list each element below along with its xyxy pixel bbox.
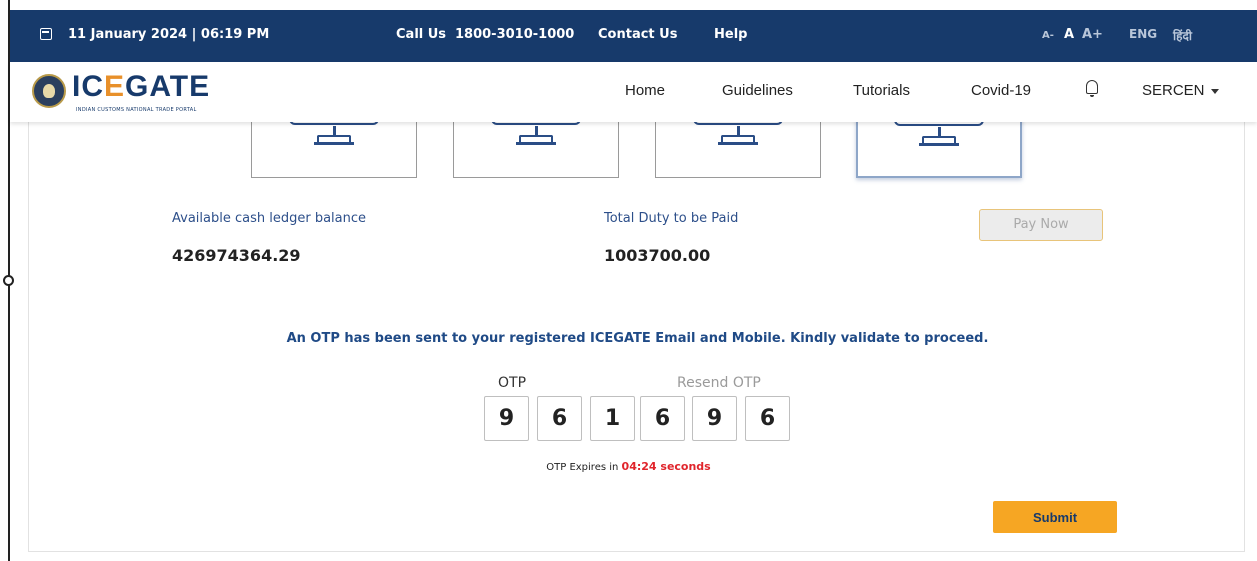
otp-digit-input[interactable]: 6 — [640, 396, 685, 441]
nav-home[interactable]: Home — [625, 82, 665, 99]
logo-tagline: INDIAN CUSTOMS NATIONAL TRADE PORTAL — [76, 107, 197, 113]
phone-number[interactable]: 1800-3010-1000 — [455, 27, 574, 42]
duty-value: 1003700.00 — [604, 246, 711, 265]
nav-covid-19[interactable]: Covid-19 — [971, 82, 1031, 99]
chevron-down-icon — [1210, 88, 1219, 94]
date-time: 11 January 2024 | 06:19 PM — [68, 27, 270, 42]
otp-expiry-prefix: OTP Expires in — [546, 462, 619, 473]
lang-hindi[interactable]: हिंदी — [1173, 27, 1192, 44]
help-link[interactable]: Help — [714, 27, 747, 42]
cash-ledger-label: Available cash ledger balance — [172, 211, 367, 226]
bell-icon[interactable] — [1086, 80, 1098, 97]
user-name: SERCEN — [1142, 82, 1205, 99]
lang-english[interactable]: ENG — [1129, 27, 1157, 41]
calendar-icon — [40, 28, 52, 40]
logo-text-accent: E — [104, 70, 126, 103]
otp-expiry: OTP Expires in 04:24 seconds — [0, 460, 1257, 473]
user-menu[interactable]: SERCEN — [1142, 82, 1219, 99]
otp-label: OTP — [498, 375, 527, 391]
top-utility-bar: 11 January 2024 | 06:19 PM Call Us 1800-… — [10, 10, 1257, 62]
icegate-logo[interactable]: ICEGATE — [72, 70, 210, 104]
window-resize-handle[interactable] — [3, 275, 14, 286]
logo-text-part: GATE — [125, 70, 211, 103]
otp-digit-input[interactable]: 1 — [590, 396, 635, 441]
contact-us-link[interactable]: Contact Us — [598, 27, 677, 42]
resend-otp-link[interactable]: Resend OTP — [677, 375, 761, 391]
otp-sent-message: An OTP has been sent to your registered … — [286, 331, 989, 346]
otp-expiry-countdown: 04:24 seconds — [621, 460, 711, 473]
otp-digit-input[interactable]: 6 — [537, 396, 582, 441]
font-increase-button[interactable]: A+ — [1082, 27, 1103, 42]
emblem-logo-icon — [32, 74, 66, 108]
otp-digit-input[interactable]: 9 — [692, 396, 737, 441]
font-normal-button[interactable]: A — [1064, 27, 1074, 42]
payment-card — [28, 100, 1245, 552]
otp-digit-input[interactable]: 9 — [484, 396, 529, 441]
main-header: ICEGATE INDIAN CUSTOMS NATIONAL TRADE PO… — [10, 62, 1257, 122]
call-us-label: Call Us — [396, 27, 447, 42]
font-decrease-button[interactable]: A- — [1042, 30, 1054, 41]
nav-tutorials[interactable]: Tutorials — [853, 82, 910, 99]
cash-ledger-value: 426974364.29 — [172, 246, 301, 265]
nav-guidelines[interactable]: Guidelines — [722, 82, 793, 99]
submit-button[interactable]: Submit — [993, 501, 1117, 533]
logo-text-part: IC — [72, 70, 104, 103]
pay-now-button[interactable]: Pay Now — [979, 209, 1103, 241]
duty-label: Total Duty to be Paid — [604, 211, 739, 226]
otp-digit-input[interactable]: 6 — [745, 396, 790, 441]
